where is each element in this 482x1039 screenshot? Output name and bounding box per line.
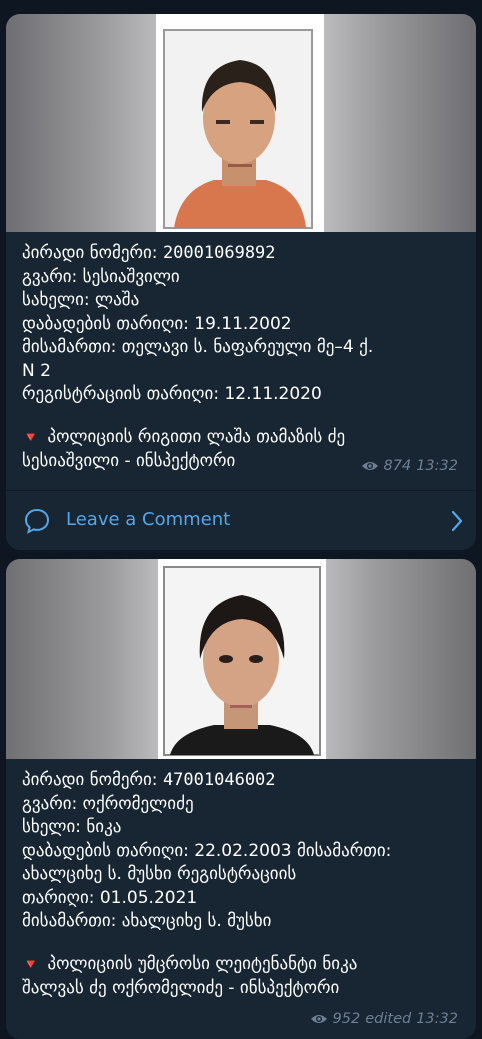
personal-number-value: 20001069892 xyxy=(162,243,276,263)
portrait-photo xyxy=(158,559,326,759)
post-meta: 874 13:32 xyxy=(361,458,458,474)
post-photo[interactable] xyxy=(6,559,476,759)
red-triangle-icon: 🔻 xyxy=(22,956,40,973)
registration-address-line: მისამართი: ახალციხე ს. მუსხი xyxy=(22,911,272,931)
leave-comment-label: Leave a Comment xyxy=(66,509,231,530)
portrait-photo xyxy=(156,14,324,232)
surname-line: გვარი: ოქრომელიძე xyxy=(22,793,194,814)
registration-date-line: თარიღი: 01.05.2021 xyxy=(22,887,198,908)
post-time: 13:32 xyxy=(416,1011,458,1027)
red-triangle-icon: 🔻 xyxy=(22,429,40,446)
edited-label: edited xyxy=(365,1011,412,1027)
name-line: სხელი: ნიკა xyxy=(22,817,122,837)
personal-number-line: პირადი ნომერი: 47001046002 xyxy=(22,770,276,790)
address-line: ახალციხე ს. მუსხი რეგისტრაციის xyxy=(22,864,297,884)
eye-icon xyxy=(310,1015,327,1023)
personal-number-line: პირადი ნომერი: 20001069892 xyxy=(22,243,276,263)
post-meta: 952 edited 13:32 xyxy=(310,1011,458,1027)
personal-number-value: 47001046002 xyxy=(162,770,276,790)
address-line: მისამართი: თელავი ს. ნაფარეული მე–4 ქ. xyxy=(22,337,374,357)
registration-date-line: რეგისტრაციის თარიღი: 12.11.2020 xyxy=(22,384,322,404)
birth-date-line: დაბადების თარიღი: 22.02.2003 მისამართი: xyxy=(22,840,392,861)
view-count: 952 xyxy=(332,1011,361,1027)
comment-bubble-icon xyxy=(24,508,50,534)
birth-date-line: დაბადების თარიღი: 19.11.2002 xyxy=(22,313,292,334)
post-time: 13:32 xyxy=(416,458,458,474)
chevron-right-icon xyxy=(451,510,463,532)
post-caption: პირადი ნომერი: 47001046002 გვარი: ოქრომე… xyxy=(6,759,476,1001)
post-caption: პირადი ნომერი: 20001069892 გვარი: სესიაშ… xyxy=(6,232,476,474)
leave-comment-button[interactable]: Leave a Comment xyxy=(6,491,476,550)
address-line-cont: N 2 xyxy=(22,360,51,381)
view-count: 874 xyxy=(383,458,412,474)
eye-icon xyxy=(361,462,378,470)
rank-line: 🔻 პოლიციის უმცროსი ლეიტენანტი ნიკა xyxy=(22,953,358,974)
channel-post: პირადი ნომერი: 47001046002 გვარი: ოქრომე… xyxy=(6,559,476,1039)
channel-post: პირადი ნომერი: 20001069892 გვარი: სესიაშ… xyxy=(6,14,476,550)
rank-line: 🔻 პოლიციის რიგითი ლაშა თამაზის ძე xyxy=(22,426,346,447)
post-photo[interactable] xyxy=(6,14,476,232)
rank-line-cont: შალვას ძე ოქრომელიძე - ინსპექტორი xyxy=(22,978,340,998)
name-line: სახელი: ლაშა xyxy=(22,290,140,310)
surname-line: გვარი: სესიაშვილი xyxy=(22,266,180,287)
